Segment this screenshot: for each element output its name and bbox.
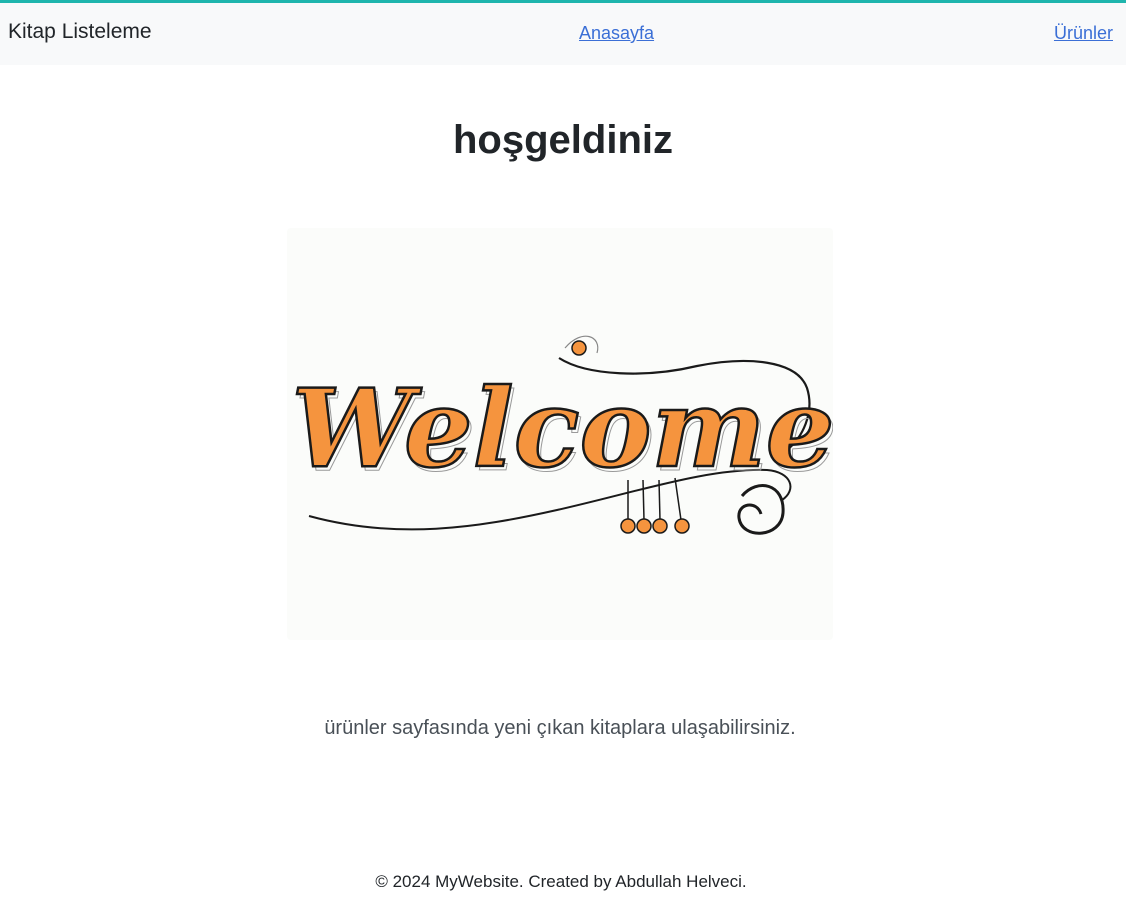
nav-link-home[interactable]: Anasayfa	[579, 23, 654, 44]
welcome-lettering-art: Welcome Welcome	[290, 335, 838, 535]
intro-text: ürünler sayfasında yeni çıkan kitaplara …	[324, 717, 796, 739]
nav-link-products[interactable]: Ürünler	[1054, 23, 1113, 44]
welcome-lettering: Welcome	[291, 366, 833, 492]
welcome-image: Welcome Welcome	[287, 228, 838, 640]
page-title: hoşgeldiniz	[453, 118, 673, 162]
footer-copyright: © 2024 MyWebsite. Created by Abdullah He…	[375, 872, 747, 891]
navbar-brand[interactable]: Kitap Listeleme	[8, 20, 152, 44]
navbar: Kitap Listeleme Anasayfa Ürünler	[0, 3, 1126, 65]
swirl-dot	[571, 340, 587, 356]
